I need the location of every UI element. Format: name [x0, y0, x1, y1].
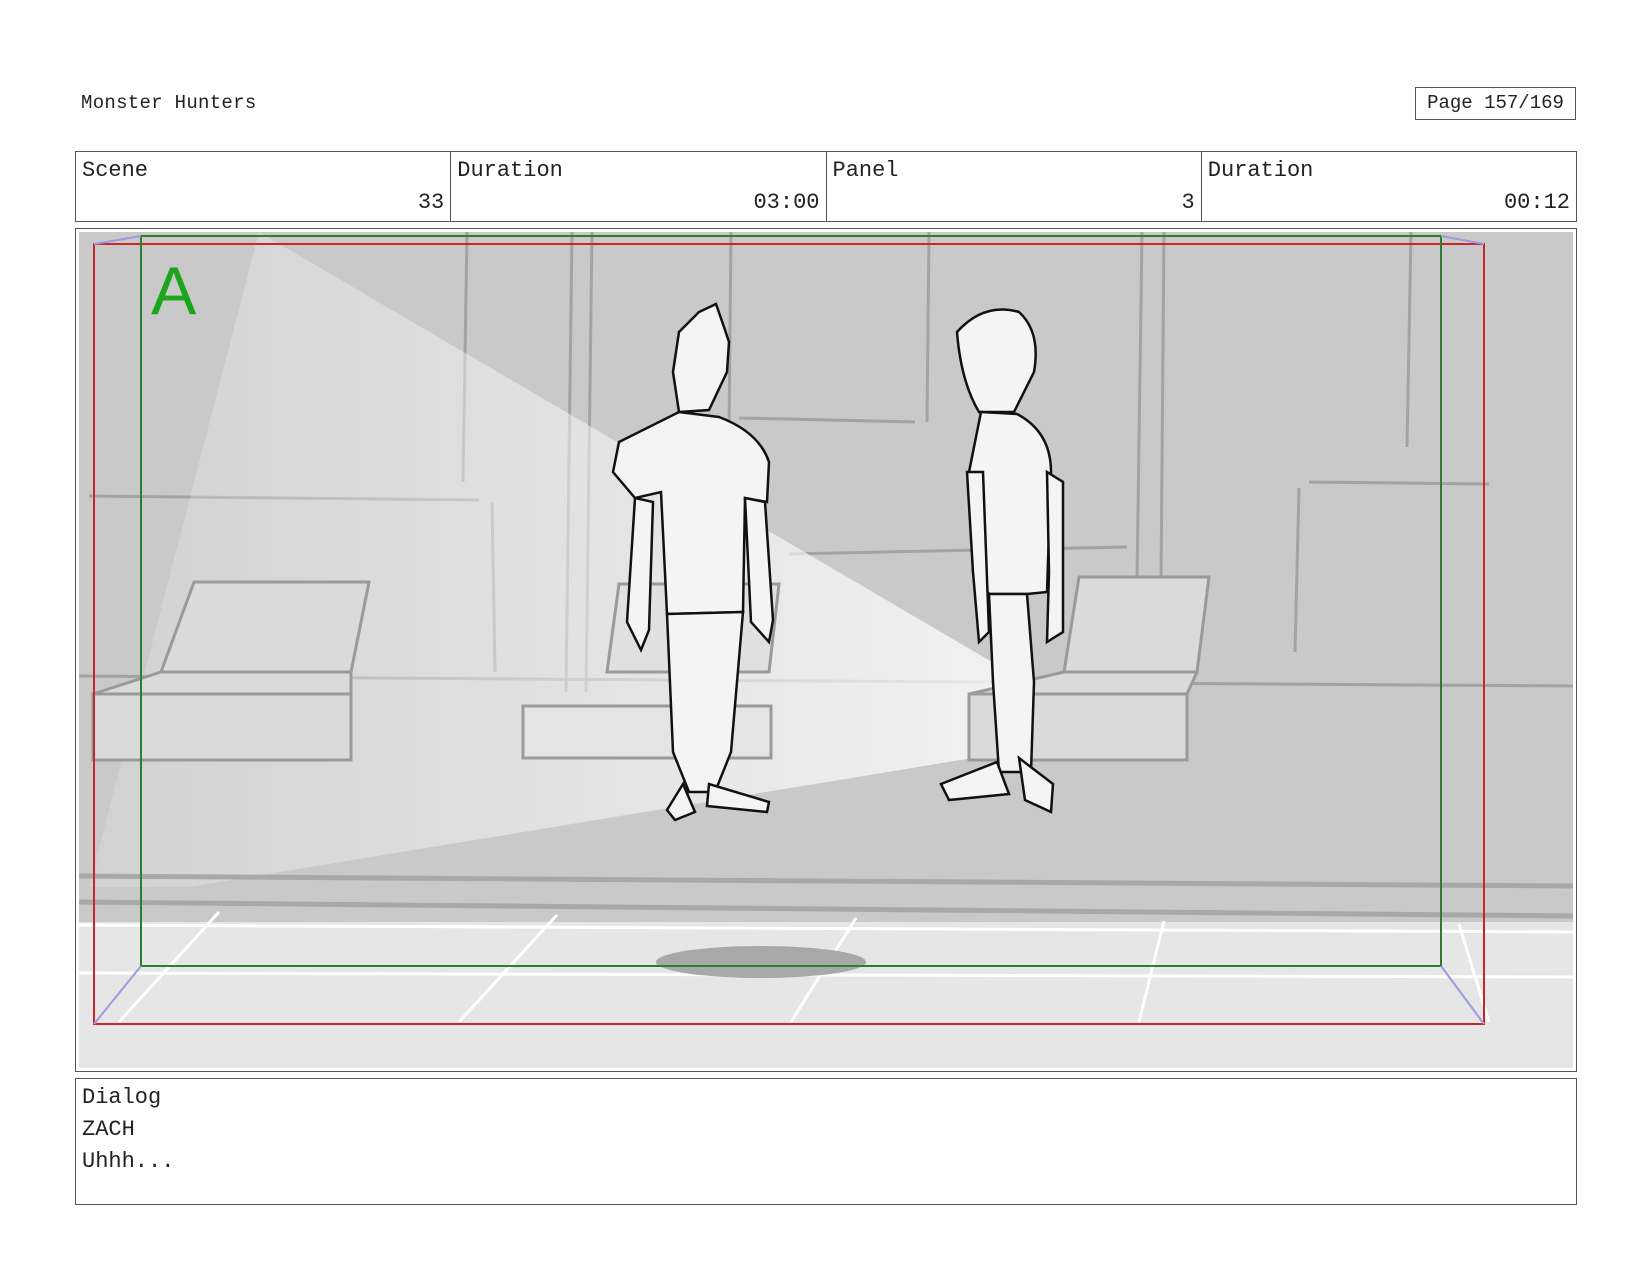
panel-info-row: Scene 33 Duration 03:00 Panel 3 Duration… [75, 151, 1577, 222]
page-number-box: Page 157/169 [1415, 87, 1576, 120]
panel-cell: Panel 3 [827, 152, 1202, 221]
scene-value: 33 [417, 190, 445, 215]
scene-label: Scene [82, 158, 149, 183]
dialog-box: Dialog ZACH Uhhh... [75, 1078, 1577, 1205]
camera-marker: A [151, 253, 197, 329]
scene-duration-cell: Duration 03:00 [451, 152, 827, 221]
scene-cell: Scene 33 [76, 152, 452, 221]
project-title: Monster Hunters [81, 92, 257, 114]
dialog-text: Uhhh... [82, 1149, 175, 1174]
storyboard-frame: A [75, 228, 1577, 1072]
scene-duration-label: Duration [457, 158, 563, 183]
scene-duration-value: 03:00 [753, 190, 820, 215]
panel-duration-value: 00:12 [1503, 190, 1570, 215]
panel-label: Panel [832, 158, 899, 183]
dialog-label: Dialog [82, 1085, 162, 1110]
storyboard-drawing: A [79, 232, 1573, 1068]
floor-shadow [656, 946, 866, 978]
panel-duration-label: Duration [1207, 158, 1314, 183]
dialog-character: ZACH [82, 1117, 135, 1142]
panel-value: 3 [1181, 190, 1195, 215]
floor [79, 922, 1573, 1068]
panel-duration-cell: Duration 00:12 [1202, 152, 1576, 221]
